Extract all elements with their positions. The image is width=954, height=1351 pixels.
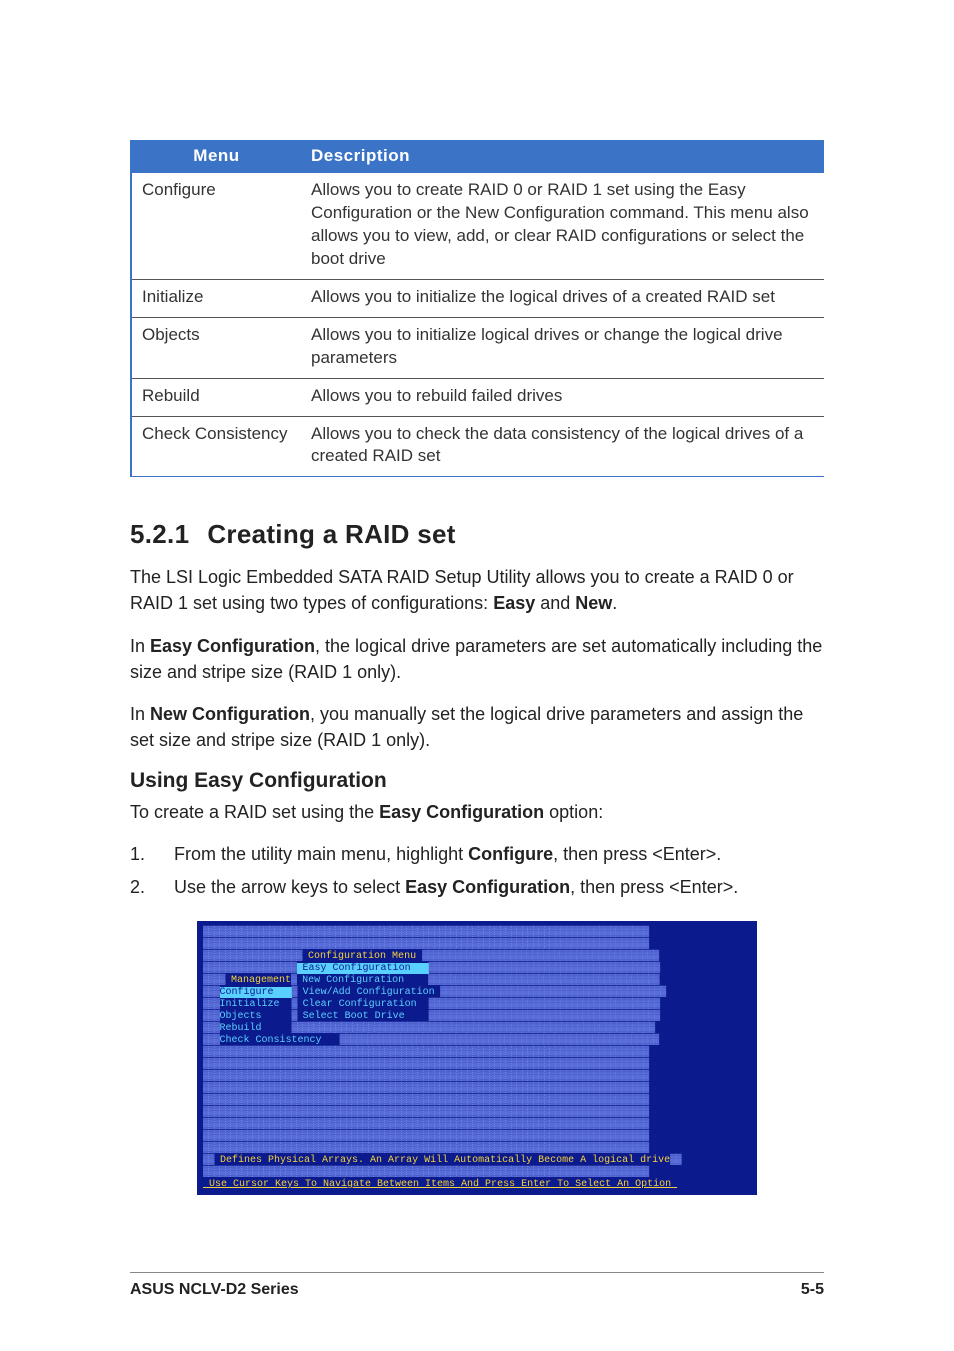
cell-desc: Allows you to check the data consistency…	[301, 416, 824, 477]
table-row: Rebuild Allows you to rebuild failed dri…	[131, 378, 824, 416]
cell-menu: Check Consistency	[131, 416, 301, 477]
terminal-submenu-item: View/Add Configuration	[303, 987, 435, 998]
cell-menu: Configure	[131, 173, 301, 280]
list-item: 1. From the utility main menu, highlight…	[130, 841, 824, 868]
cell-desc: Allows you to create RAID 0 or RAID 1 se…	[301, 173, 824, 280]
terminal-title: Configuration Menu	[308, 951, 416, 962]
terminal-screenshot: ▓▓▓▓▓▓▓▓▓▓▓▓▓▓▓▓▓▓▓▓▓▓▓▓▓▓▓▓▓▓▓▓▓▓▓▓▓▓▓▓…	[197, 921, 757, 1195]
terminal-item: Objects	[220, 1011, 262, 1022]
th-description: Description	[301, 140, 824, 173]
terminal-item: Initialize	[220, 999, 280, 1010]
page-footer: ASUS NCLV-D2 Series 5-5	[130, 1272, 824, 1299]
cell-menu: Rebuild	[131, 378, 301, 416]
cell-desc: Allows you to initialize logical drives …	[301, 317, 824, 378]
terminal-item: Check Consistency	[220, 1035, 322, 1046]
cell-menu: Initialize	[131, 279, 301, 317]
steps-list: 1. From the utility main menu, highlight…	[130, 841, 824, 901]
terminal-submenu-item: Clear Configuration	[303, 999, 417, 1010]
terminal-status: Defines Physical Arrays. An Array Will A…	[220, 1155, 670, 1166]
section-number: 5.2.1	[130, 519, 189, 549]
cell-desc: Allows you to initialize the logical dri…	[301, 279, 824, 317]
terminal-item: Rebuild	[220, 1023, 262, 1034]
terminal-item-selected: Configure	[220, 987, 274, 998]
table-row: Configure Allows you to create RAID 0 or…	[131, 173, 824, 280]
sub-heading: Using Easy Configuration	[130, 769, 824, 793]
cell-menu: Objects	[131, 317, 301, 378]
table-row: Objects Allows you to initialize logical…	[131, 317, 824, 378]
cell-desc: Allows you to rebuild failed drives	[301, 378, 824, 416]
terminal-submenu-item: New Configuration	[302, 975, 404, 986]
table-row: Check Consistency Allows you to check th…	[131, 416, 824, 477]
section-title: Creating a RAID set	[207, 519, 455, 549]
section-heading: 5.2.1 Creating a RAID set	[130, 519, 824, 550]
terminal-hint: Use Cursor Keys To Navigate Between Item…	[209, 1179, 671, 1190]
terminal-submenu-item: Select Boot Drive	[303, 1011, 405, 1022]
table-row: Initialize Allows you to initialize the …	[131, 279, 824, 317]
menu-description-table: Menu Description Configure Allows you to…	[130, 140, 824, 477]
footer-left: ASUS NCLV-D2 Series	[130, 1281, 299, 1299]
th-menu: Menu	[131, 140, 301, 173]
terminal-item: Management	[231, 975, 291, 986]
list-item: 2. Use the arrow keys to select Easy Con…	[130, 874, 824, 901]
paragraph-intro: The LSI Logic Embedded SATA RAID Setup U…	[130, 564, 824, 616]
paragraph-instruction: To create a RAID set using the Easy Conf…	[130, 799, 824, 825]
footer-right: 5-5	[801, 1281, 824, 1299]
terminal-submenu-selected: Easy Configuration	[303, 963, 411, 974]
paragraph-new: In New Configuration, you manually set t…	[130, 701, 824, 753]
paragraph-easy: In Easy Configuration, the logical drive…	[130, 633, 824, 685]
